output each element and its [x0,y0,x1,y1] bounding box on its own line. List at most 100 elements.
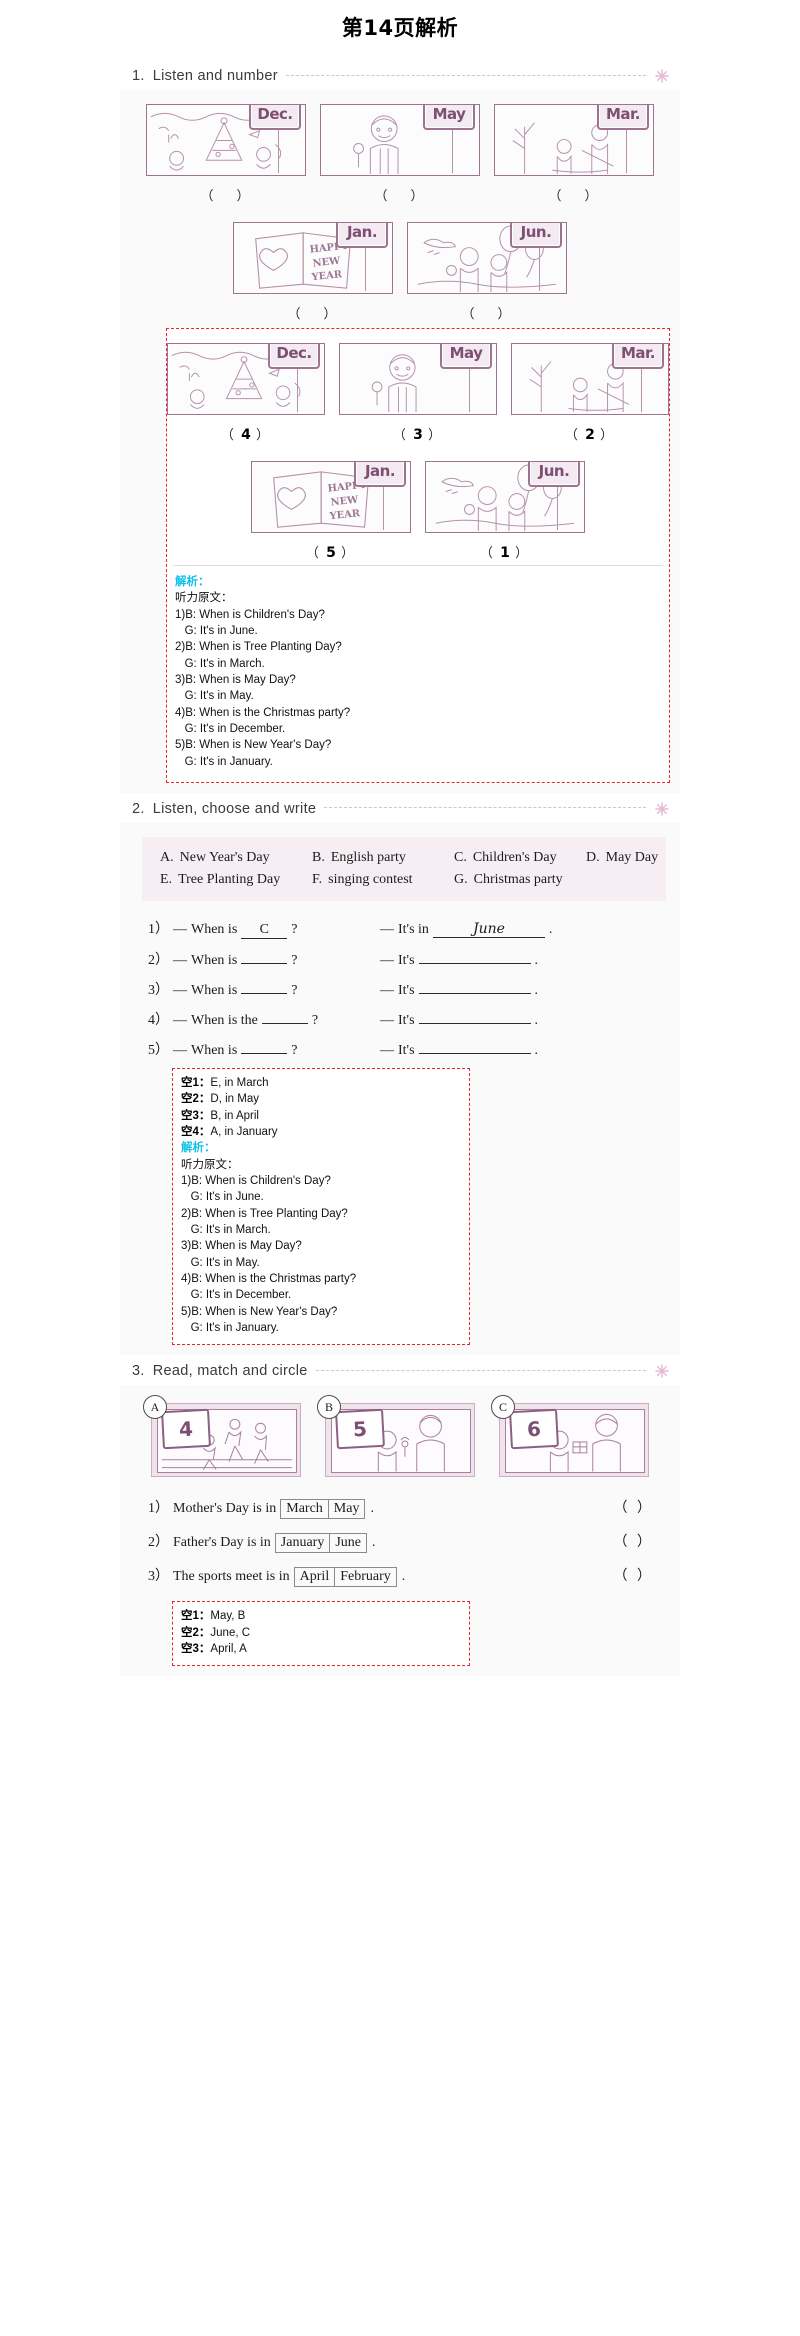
answer-parenthesis-filled: （ 5 ） [305,545,357,561]
calendar-string [640,364,642,412]
answer-blank[interactable] [418,1022,531,1024]
blank-value: April, A [210,1642,247,1655]
explanation-line: 4)B: When is the Christmas party? [175,706,351,719]
answer-blank[interactable]: June [432,921,545,938]
question-prefix: When is [191,1042,238,1058]
answer-parenthesis-filled: （ 3 ） [392,427,444,443]
explanation-subtitle: 听力原文： [175,592,233,605]
calendar-tag: Mar. [597,105,649,130]
picture-cell: Jun. （ 1 ） [425,461,585,561]
question-number: 3） [148,982,169,998]
exercise-2-body: A. New Year's Day B. English party C. Ch… [120,822,680,1356]
question-dash: — [173,1042,187,1058]
match-parenthesis[interactable]: （ ） [614,1565,655,1585]
question-blank[interactable] [241,962,288,964]
match-parenthesis[interactable]: （ ） [614,1497,655,1517]
match-parenthesis[interactable]: （ ） [614,1531,655,1551]
answer-blank[interactable] [418,992,531,994]
svg-text:NEW: NEW [312,256,342,270]
stamp-calendar: 6 [509,1408,559,1450]
calendar-tag: Jan. [336,223,388,248]
question-left: 4） — When is the ? [148,1009,380,1029]
answer-suffix: . [534,982,539,998]
star-icon [655,1364,669,1378]
picture-cell: Jun. （ ） [407,222,567,322]
question-number: 3） [148,1569,169,1585]
star-icon [655,69,669,83]
question-left: 5） — When is ? [148,1039,380,1059]
calendar-tag: Dec. [249,105,301,130]
question-dash: — [173,982,187,998]
answer-suffix: . [534,1042,539,1058]
section-header-ex3: 3. Read, match and circle [120,1355,680,1385]
picture-frame-newyear-card: HAPPY NEW YEAR Jan. [233,222,393,294]
question-blank[interactable] [261,1022,308,1024]
picture-cell: HAPPY NEW YEAR Jan. （ 5 ） [251,461,411,561]
question-row: 3） — When is ? — It's . [148,974,680,1004]
calendar-string [296,364,298,412]
word-bank-text: singing contest [328,871,413,887]
question-blank[interactable] [241,992,288,994]
answer-right: — It's . [380,1013,538,1029]
option-choice[interactable]: June [329,1533,368,1554]
answer-line: 空3：April, A [181,1641,461,1657]
picture-cell: May （ ） [320,104,480,204]
exercise-3-body: A 4 B 5 C 6 1） Mother's Day is in March … [120,1385,680,1677]
explanation-line: 3)B: When is May Day? [175,673,296,686]
stamp-c: C 6 [491,1395,649,1478]
explanation-line: G: It's in March. [175,657,265,670]
explanation-line: 3)B: When is May Day? [181,1240,302,1253]
picture-frame-tree-planting: Mar. [494,104,654,176]
option-choice[interactable]: March [280,1499,329,1520]
blank-value: E, in March [210,1076,269,1089]
picture-cell: Mar. （ 2 ） [511,343,669,443]
answer-parenthesis-filled: （ 4 ） [220,427,272,443]
picture-frame-christmas: Dec. [146,104,306,176]
question-blank[interactable]: C [241,922,288,939]
calendar-tag: Dec. [268,344,320,369]
explanation-line: 4)B: When is the Christmas party? [181,1272,357,1285]
question-left: 3） — When is ? [148,979,380,999]
answer-blank[interactable] [418,1052,531,1054]
question-suffix: ? [291,1042,298,1058]
calendar-string [538,243,540,291]
question-suffix: ? [311,1012,319,1028]
answer-line: 空2：D, in May [181,1091,461,1107]
stamp-badge: A [143,1395,167,1420]
stamp-badge: B [317,1395,341,1420]
explanation-line: 2)B: When is Tree Planting Day? [175,641,342,654]
answer-right: — It's . [380,983,538,999]
question-prefix: When is the [191,1012,258,1028]
answer-page: 第14页解析 1. Listen and number Dec. （ ） May… [120,0,680,1702]
section-number-ex1: 1. [132,68,145,84]
word-bank-text: May Day [605,849,659,865]
calendar-tag: Jan. [354,462,406,487]
question-dash: — [173,1012,187,1028]
question-suffix: ? [291,921,298,937]
option-choice[interactable]: April [293,1567,336,1588]
answer-suffix: . [534,1012,539,1028]
explanation-line: 5)B: When is New Year's Day? [181,1305,338,1318]
blank-value: D, in May [210,1093,259,1106]
word-bank-text: English party [330,849,406,865]
calendar-tag: Mar. [612,344,664,369]
calendar-string [364,243,366,291]
word-bank-letter: F. [312,871,323,887]
circle-question-row: 2） Father's Day is in January June . （ ） [148,1525,680,1559]
answer-blank[interactable] [418,962,531,964]
question-blank[interactable] [241,1052,288,1054]
question-end: . [401,1569,406,1585]
option-choice[interactable]: January [274,1533,331,1554]
word-bank-item-c: C. Children's Day [454,850,586,866]
ex2-answers: 空1：E, in March 空2：D, in May 空3：B, in Apr… [173,1069,469,1344]
blank-label: 空2： [181,1093,211,1106]
picture-frame-tree-planting: Mar. [511,343,669,415]
answer-prefix: It's [398,1042,415,1058]
question-left: 1） — When is C ? [148,918,380,939]
option-choice[interactable]: May [327,1499,366,1520]
picture-cell: HAPPY NEW YEAR Jan. （ ） [233,222,393,322]
question-prefix: When is [191,952,238,968]
explanation-line: G: It's in December. [175,722,286,735]
word-bank-text: Christmas party [473,871,563,887]
option-choice[interactable]: February [334,1567,397,1588]
